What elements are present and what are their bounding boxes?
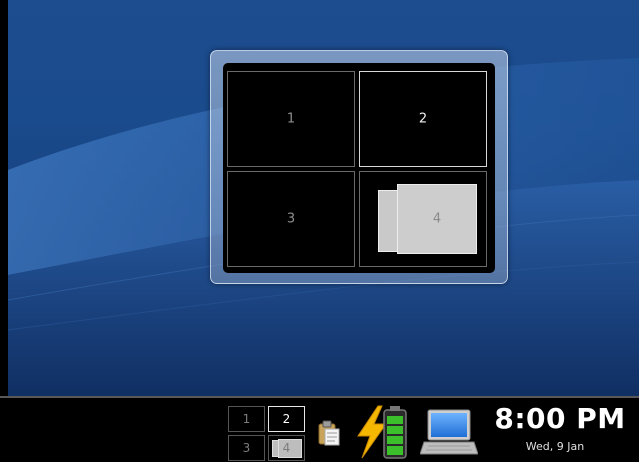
desktop-label: 1 bbox=[286, 111, 296, 127]
taskbar-pager: 1 2 3 4 bbox=[228, 404, 306, 462]
pager-desktop-1[interactable]: 1 bbox=[227, 71, 355, 167]
pager-desktop-3[interactable]: 3 bbox=[227, 171, 355, 267]
taskbar: 1 2 3 4 8:00 PM Wed, 9 Jan bbox=[0, 396, 639, 462]
clipboard-icon[interactable] bbox=[316, 420, 342, 448]
battery-charging-icon[interactable] bbox=[352, 404, 412, 460]
taskbar-pager-desktop-2[interactable]: 2 bbox=[268, 406, 305, 432]
clock-time[interactable]: 8:00 PM bbox=[485, 402, 635, 435]
pager-desktop-4[interactable]: 4 bbox=[359, 171, 487, 267]
taskbar-pager-desktop-4[interactable]: 4 bbox=[268, 435, 305, 461]
taskbar-pager-desktop-1[interactable]: 1 bbox=[228, 406, 265, 432]
laptop-display-icon[interactable] bbox=[419, 406, 479, 458]
desktop-label: 3 bbox=[286, 211, 296, 227]
desktop-label: 4 bbox=[282, 441, 291, 455]
desktop-label: 4 bbox=[432, 211, 442, 227]
pager-desktop-2[interactable]: 2 bbox=[359, 71, 487, 167]
pager-grid: 1 2 3 4 bbox=[223, 63, 495, 273]
screen-left-edge bbox=[0, 0, 8, 462]
clock-date: Wed, 9 Jan bbox=[525, 440, 585, 453]
window-thumbnail bbox=[278, 439, 302, 458]
taskbar-pager-desktop-3[interactable]: 3 bbox=[228, 435, 265, 461]
screen: 1 2 3 4 1 2 3 4 8:00 PM Wed, 9 Jan bbox=[0, 0, 639, 462]
desktop-label: 2 bbox=[418, 111, 428, 127]
desktop-pager-popup: 1 2 3 4 bbox=[210, 50, 508, 284]
